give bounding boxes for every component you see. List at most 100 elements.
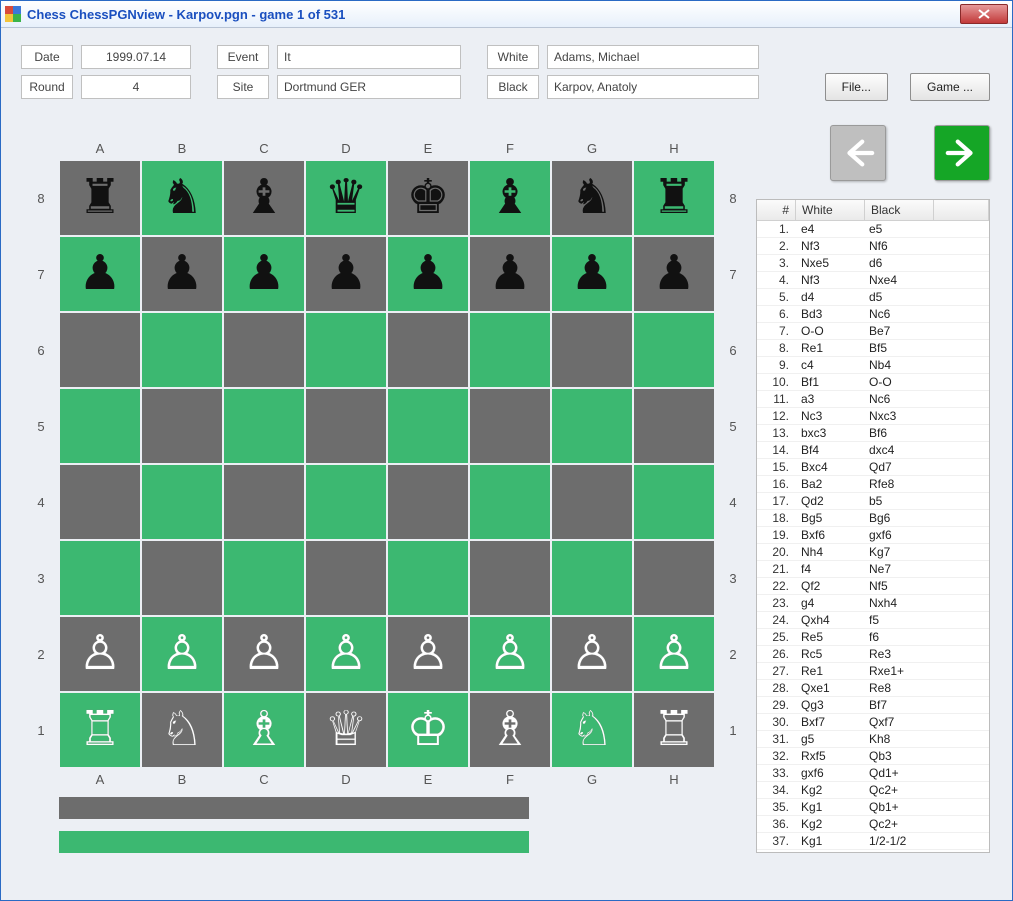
square[interactable] — [224, 541, 304, 615]
square[interactable] — [388, 313, 468, 387]
field-date[interactable]: 1999.07.14 — [81, 45, 191, 69]
square[interactable] — [552, 389, 632, 463]
square[interactable]: ♗ — [224, 693, 304, 767]
square[interactable]: ♔ — [388, 693, 468, 767]
square[interactable]: ♞ — [552, 161, 632, 235]
move-row[interactable]: 13.bxc3Bf6 — [757, 425, 989, 442]
move-row[interactable]: 29.Qg3Bf7 — [757, 697, 989, 714]
square[interactable]: ♙ — [60, 617, 140, 691]
square[interactable] — [60, 313, 140, 387]
square[interactable]: ♟ — [388, 237, 468, 311]
square[interactable] — [60, 465, 140, 539]
game-button[interactable]: Game ... — [910, 73, 990, 101]
square[interactable] — [306, 541, 386, 615]
square[interactable] — [470, 389, 550, 463]
square[interactable] — [388, 465, 468, 539]
square[interactable]: ♟ — [552, 237, 632, 311]
square[interactable]: ♟ — [470, 237, 550, 311]
move-row[interactable]: 3.Nxe5d6 — [757, 255, 989, 272]
square[interactable] — [634, 389, 714, 463]
move-row[interactable]: 25.Re5f6 — [757, 629, 989, 646]
move-row[interactable]: 36.Kg2Qc2+ — [757, 816, 989, 833]
square[interactable] — [470, 313, 550, 387]
field-round[interactable]: 4 — [81, 75, 191, 99]
square[interactable] — [470, 465, 550, 539]
square[interactable]: ♛ — [306, 161, 386, 235]
field-white[interactable]: Adams, Michael — [547, 45, 759, 69]
field-site[interactable]: Dortmund GER — [277, 75, 461, 99]
move-row[interactable]: 19.Bxf6gxf6 — [757, 527, 989, 544]
move-row[interactable]: 5.d4d5 — [757, 289, 989, 306]
move-row[interactable]: 17.Qd2b5 — [757, 493, 989, 510]
square[interactable]: ♙ — [470, 617, 550, 691]
field-black[interactable]: Karpov, Anatoly — [547, 75, 759, 99]
square[interactable] — [552, 541, 632, 615]
move-row[interactable]: 24.Qxh4f5 — [757, 612, 989, 629]
square[interactable] — [306, 389, 386, 463]
move-row[interactable]: 35.Kg1Qb1+ — [757, 799, 989, 816]
square[interactable]: ♕ — [306, 693, 386, 767]
move-row[interactable]: 32.Rxf5Qb3 — [757, 748, 989, 765]
square[interactable] — [388, 389, 468, 463]
file-button[interactable]: File... — [825, 73, 888, 101]
square[interactable]: ♙ — [634, 617, 714, 691]
square[interactable] — [224, 389, 304, 463]
square[interactable] — [142, 389, 222, 463]
square[interactable]: ♜ — [60, 161, 140, 235]
square[interactable]: ♟ — [306, 237, 386, 311]
move-row[interactable]: 11.a3Nc6 — [757, 391, 989, 408]
move-row[interactable]: 30.Bxf7Qxf7 — [757, 714, 989, 731]
square[interactable] — [552, 465, 632, 539]
move-row[interactable]: 20.Nh4Kg7 — [757, 544, 989, 561]
square[interactable]: ♝ — [224, 161, 304, 235]
move-row[interactable]: 22.Qf2Nf5 — [757, 578, 989, 595]
square[interactable] — [470, 541, 550, 615]
square[interactable]: ♝ — [470, 161, 550, 235]
square[interactable]: ♗ — [470, 693, 550, 767]
move-row[interactable]: 1.e4e5 — [757, 221, 989, 238]
square[interactable]: ♚ — [388, 161, 468, 235]
square[interactable] — [552, 313, 632, 387]
move-row[interactable]: 12.Nc3Nxc3 — [757, 408, 989, 425]
move-row[interactable]: 10.Bf1O-O — [757, 374, 989, 391]
move-row[interactable]: 31.g5Kh8 — [757, 731, 989, 748]
move-row[interactable]: 18.Bg5Bg6 — [757, 510, 989, 527]
move-row[interactable]: 6.Bd3Nc6 — [757, 306, 989, 323]
square[interactable] — [634, 465, 714, 539]
square[interactable]: ♙ — [388, 617, 468, 691]
square[interactable] — [224, 313, 304, 387]
square[interactable] — [60, 389, 140, 463]
square[interactable] — [634, 541, 714, 615]
move-row[interactable]: 14.Bf4dxc4 — [757, 442, 989, 459]
square[interactable]: ♘ — [552, 693, 632, 767]
move-row[interactable]: 4.Nf3Nxe4 — [757, 272, 989, 289]
square[interactable]: ♖ — [60, 693, 140, 767]
square[interactable] — [634, 313, 714, 387]
square[interactable]: ♟ — [60, 237, 140, 311]
move-row[interactable]: 16.Ba2Rfe8 — [757, 476, 989, 493]
square[interactable]: ♙ — [306, 617, 386, 691]
move-row[interactable]: 8.Re1Bf5 — [757, 340, 989, 357]
move-row[interactable]: 2.Nf3Nf6 — [757, 238, 989, 255]
move-row[interactable]: 26.Rc5Re3 — [757, 646, 989, 663]
square[interactable]: ♜ — [634, 161, 714, 235]
square[interactable]: ♟ — [224, 237, 304, 311]
move-row[interactable]: 27.Re1Rxe1+ — [757, 663, 989, 680]
next-move-button[interactable] — [934, 125, 990, 181]
square[interactable]: ♙ — [224, 617, 304, 691]
field-event[interactable]: It — [277, 45, 461, 69]
move-row[interactable]: 33.gxf6Qd1+ — [757, 765, 989, 782]
square[interactable] — [306, 313, 386, 387]
move-row[interactable]: 23.g4Nxh4 — [757, 595, 989, 612]
close-button[interactable] — [960, 4, 1008, 24]
square[interactable]: ♖ — [634, 693, 714, 767]
move-list-body[interactable]: 1.e4e52.Nf3Nf63.Nxe5d64.Nf3Nxe45.d4d56.B… — [757, 221, 989, 852]
square[interactable] — [306, 465, 386, 539]
square[interactable] — [388, 541, 468, 615]
square[interactable]: ♟ — [634, 237, 714, 311]
move-row[interactable]: 37.Kg11/2-1/2 — [757, 833, 989, 850]
square[interactable]: ♙ — [552, 617, 632, 691]
square[interactable] — [142, 313, 222, 387]
move-row[interactable]: 15.Bxc4Qd7 — [757, 459, 989, 476]
square[interactable] — [224, 465, 304, 539]
